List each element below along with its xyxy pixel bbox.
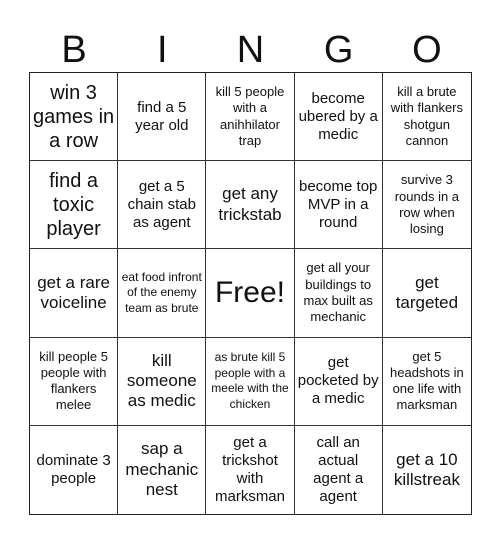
header-letter-o: O bbox=[412, 29, 442, 71]
bingo-cell[interactable]: kill someone as medic bbox=[118, 337, 207, 426]
bingo-cell[interactable]: as brute kill 5 people with a meele with… bbox=[206, 337, 295, 426]
bingo-cell[interactable]: get a rare voiceline bbox=[30, 249, 119, 338]
bingo-cell[interactable]: get targeted bbox=[382, 249, 471, 338]
bingo-cell[interactable]: kill people 5 people with flankers melee bbox=[30, 337, 119, 426]
header-letter-i: I bbox=[157, 29, 168, 71]
bingo-cell[interactable]: get pocketed by a medic bbox=[294, 337, 383, 426]
bingo-cell[interactable]: get all your buildings to max built as m… bbox=[294, 249, 383, 338]
header-letter-b: B bbox=[61, 29, 87, 71]
bingo-cell[interactable]: call an actual agent a agent bbox=[294, 425, 383, 514]
bingo-cell[interactable]: get a 5 chain stab as agent bbox=[118, 161, 207, 250]
header-letter-n: N bbox=[236, 29, 265, 71]
bingo-cell[interactable]: find a 5 year old bbox=[118, 73, 207, 162]
bingo-card: win 3 games in a row find a 5 year old k… bbox=[29, 72, 472, 515]
bingo-cell[interactable]: eat food infront of the enemy team as br… bbox=[118, 249, 207, 338]
bingo-cell[interactable]: become top MVP in a round bbox=[294, 161, 383, 250]
bingo-cell[interactable]: get 5 headshots in one life with marksma… bbox=[382, 337, 471, 426]
bingo-cell[interactable]: sap a mechanic nest bbox=[118, 425, 207, 514]
header-letter-g: G bbox=[323, 29, 354, 71]
bingo-cell[interactable]: dominate 3 people bbox=[30, 425, 119, 514]
bingo-cell[interactable]: survive 3 rounds in a row when losing bbox=[382, 161, 471, 250]
free-space[interactable]: Free! bbox=[206, 249, 295, 338]
bingo-cell[interactable]: get a trickshot with marksman bbox=[206, 425, 295, 514]
bingo-cell[interactable]: become ubered by a medic bbox=[294, 73, 383, 162]
bingo-cell[interactable]: kill a brute with flankers shotgun canno… bbox=[382, 73, 471, 162]
bingo-header: B I N G O bbox=[30, 28, 471, 72]
bingo-cell[interactable]: win 3 games in a row bbox=[30, 73, 119, 162]
bingo-cell[interactable]: get a 10 killstreak bbox=[382, 425, 471, 514]
bingo-cell[interactable]: find a toxic player bbox=[30, 161, 119, 250]
bingo-cell[interactable]: kill 5 people with a anihhilator trap bbox=[206, 73, 295, 162]
bingo-cell[interactable]: get any trickstab bbox=[206, 161, 295, 250]
